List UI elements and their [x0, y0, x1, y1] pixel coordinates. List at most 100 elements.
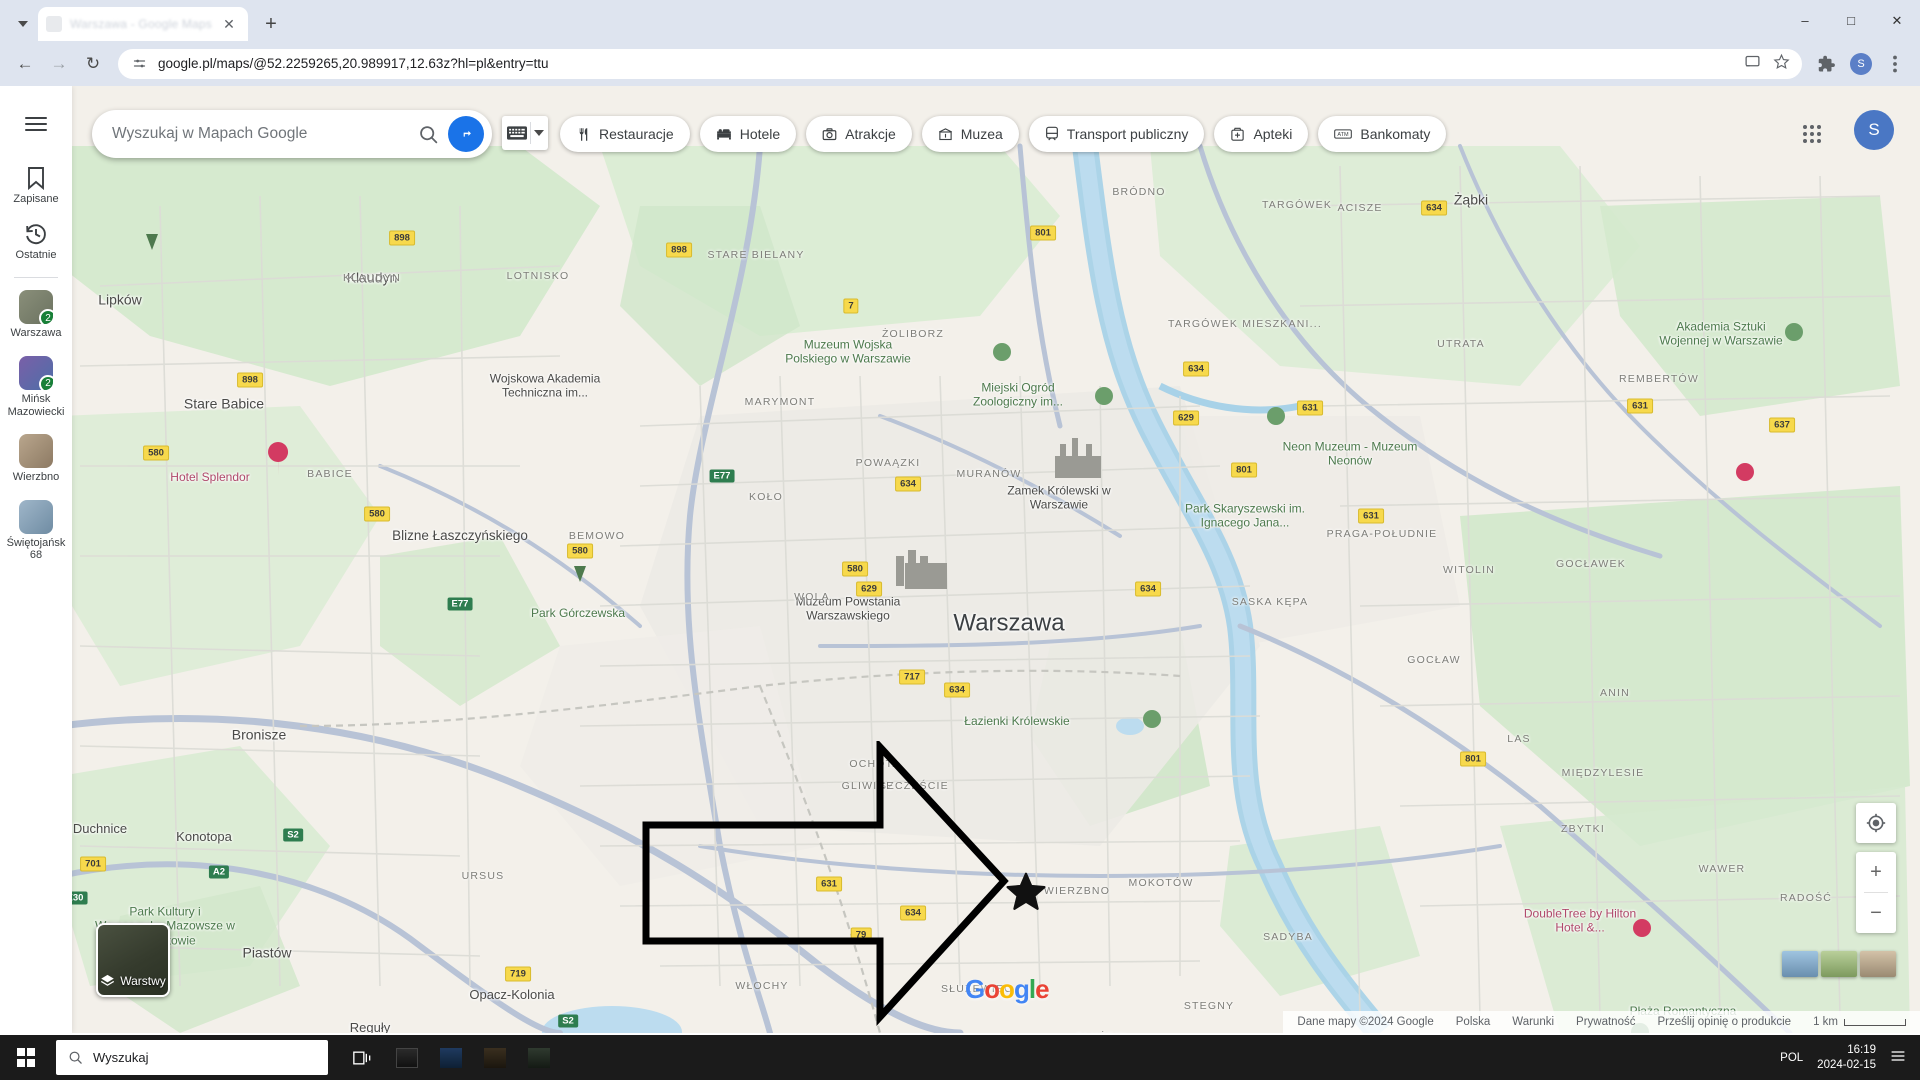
- road-shield: 634: [1183, 361, 1209, 377]
- map-district-label: BRÓDNO: [1112, 186, 1166, 198]
- search-icon[interactable]: [408, 114, 448, 154]
- map-district-label: OCHOTA: [849, 758, 901, 770]
- attribution-link[interactable]: Prywatność: [1576, 1016, 1635, 1028]
- sidebar-place-minsk-mazowiecki[interactable]: 2 Mińsk Mazowiecki: [0, 346, 72, 424]
- museum-icon: [938, 127, 953, 142]
- chip-muzea[interactable]: Muzea: [921, 116, 1019, 152]
- chevron-down-icon[interactable]: [533, 130, 544, 136]
- road-shield: 801: [1460, 751, 1486, 767]
- hamburger-menu-icon[interactable]: [12, 100, 60, 148]
- zoom-in-button[interactable]: +: [1856, 852, 1896, 892]
- search-box[interactable]: [92, 110, 492, 158]
- zoom-out-button[interactable]: −: [1856, 893, 1896, 933]
- layers-icon: [101, 974, 115, 986]
- sidebar-item-saved[interactable]: Zapisane: [0, 156, 72, 212]
- chip-hotele[interactable]: Hotele: [699, 116, 797, 152]
- account-avatar[interactable]: S: [1854, 110, 1894, 150]
- close-icon[interactable]: ✕: [218, 13, 240, 35]
- app-icon-2[interactable]: [430, 1035, 472, 1080]
- place-thumbnail: 2: [19, 355, 53, 390]
- taskbar-search-input[interactable]: Wyszukaj: [56, 1040, 328, 1075]
- chip-restauracje[interactable]: Restauracje: [560, 116, 690, 152]
- map-district-label: TARGÓWEK: [1261, 199, 1333, 211]
- map-district-label: REMBERTÓW: [1618, 373, 1700, 385]
- street-view-icon[interactable]: [1821, 951, 1857, 977]
- map-district-label: WOLA: [794, 591, 830, 603]
- app-icon-4[interactable]: [518, 1035, 560, 1080]
- attribution-link[interactable]: Prześlij opinię o produkcie: [1657, 1016, 1791, 1028]
- street-view-thumbnails: [1782, 951, 1896, 977]
- minimize-button[interactable]: –: [1782, 0, 1828, 41]
- bookmark-star-icon[interactable]: [1773, 53, 1790, 75]
- map-canvas[interactable]: Lipków Klaudyn Stare Babice Blizne Łaszczyń…: [0, 86, 1920, 1033]
- layers-button[interactable]: Warstwy: [96, 923, 170, 997]
- chip-apteki[interactable]: Apteki: [1214, 116, 1309, 152]
- my-location-button[interactable]: [1856, 803, 1896, 843]
- map-label: Muzeum Wojska Polskiego w Warszawie: [785, 337, 911, 366]
- new-tab-button[interactable]: +: [254, 7, 288, 41]
- window-close-button[interactable]: ✕: [1874, 0, 1920, 41]
- taskbar-clock[interactable]: 16:19 2024-02-15: [1817, 1043, 1876, 1072]
- sidebar-place-wierzbno[interactable]: Wierzbno: [0, 424, 72, 490]
- road-shield: 631: [1297, 400, 1323, 416]
- camera-icon: [822, 127, 837, 142]
- scale-label: 1 km: [1813, 1016, 1838, 1028]
- transit-icon: [1045, 126, 1059, 142]
- site-settings-icon[interactable]: [130, 55, 148, 73]
- copyright-text: Dane mapy ©2024 Google: [1297, 1016, 1434, 1028]
- map-label: Łazienki Królewskie: [964, 713, 1070, 728]
- chip-transport-publiczny[interactable]: Transport publiczny: [1028, 116, 1205, 152]
- task-view-icon[interactable]: [342, 1035, 384, 1080]
- scale-bar: 1 km: [1813, 1016, 1906, 1028]
- directions-icon[interactable]: [448, 116, 484, 152]
- extensions-icon[interactable]: [1812, 49, 1842, 79]
- map-district-label: SADYBA: [1263, 931, 1313, 943]
- sidebar-item-label: Zapisane: [13, 193, 59, 205]
- map-favicon: [46, 16, 62, 32]
- sidebar-place-swietojansk-68[interactable]: Świętojańsk 68: [0, 490, 72, 568]
- language-indicator[interactable]: POL: [1780, 1052, 1803, 1064]
- notifications-icon[interactable]: [1890, 1049, 1906, 1066]
- place-badge: 2: [39, 374, 53, 390]
- map-label: Żąbki: [1453, 191, 1489, 208]
- search-input[interactable]: [112, 125, 408, 143]
- attribution-link[interactable]: Polska: [1456, 1016, 1491, 1028]
- map-district-label: ANIN: [1600, 687, 1630, 699]
- maximize-button[interactable]: □: [1828, 0, 1874, 41]
- map-district-label: ŻOLIBORZ: [881, 328, 945, 340]
- forward-icon[interactable]: →: [44, 49, 74, 79]
- attribution-link[interactable]: Warunki: [1512, 1016, 1554, 1028]
- street-view-icon[interactable]: [1860, 951, 1896, 977]
- my-location-icon: [1856, 803, 1896, 843]
- app-icon-3[interactable]: [474, 1035, 516, 1080]
- map-label: Akademia Sztuki Wojennej w Warszawie: [1659, 319, 1783, 348]
- app-icon-1[interactable]: [386, 1035, 428, 1080]
- sidebar-item-recent[interactable]: Ostatnie: [0, 212, 72, 268]
- google-apps-icon[interactable]: [1792, 114, 1832, 154]
- chip-atrakcje[interactable]: Atrakcje: [806, 116, 912, 152]
- keyboard-switcher[interactable]: [502, 116, 548, 150]
- road-shield: 701: [80, 856, 106, 872]
- road-shield: 801: [1231, 462, 1257, 478]
- map-district-label: WAWER: [1698, 863, 1746, 875]
- windows-start-icon[interactable]: [0, 1035, 52, 1080]
- map-district-label: WŁOCHY: [735, 980, 789, 992]
- road-shield: 580: [143, 445, 169, 461]
- reload-icon[interactable]: ↻: [78, 49, 108, 79]
- map-district-label: STARE BIELANY: [707, 249, 805, 261]
- address-bar[interactable]: google.pl/maps/@52.2259265,20.989917,12.…: [118, 48, 1802, 79]
- browser-tab[interactable]: Warszawa - Google Maps ✕: [38, 7, 248, 41]
- cast-icon[interactable]: [1744, 53, 1761, 75]
- road-shield: 637: [1769, 417, 1795, 433]
- chip-label: Hotele: [739, 126, 781, 142]
- chip-bankomaty[interactable]: ATM Bankomaty: [1318, 116, 1447, 152]
- map-district-label: ACISZE: [1337, 202, 1383, 214]
- kebab-menu-icon[interactable]: [1880, 49, 1910, 79]
- sidebar-place-warszawa[interactable]: 2 Warszawa: [0, 280, 72, 346]
- street-view-icon[interactable]: [1782, 951, 1818, 977]
- back-icon[interactable]: ←: [10, 49, 40, 79]
- tab-search-button[interactable]: [8, 7, 38, 41]
- profile-avatar[interactable]: S: [1846, 49, 1876, 79]
- map-district-label: WIERZBNO: [1043, 885, 1111, 897]
- road-shield: 719: [505, 966, 531, 982]
